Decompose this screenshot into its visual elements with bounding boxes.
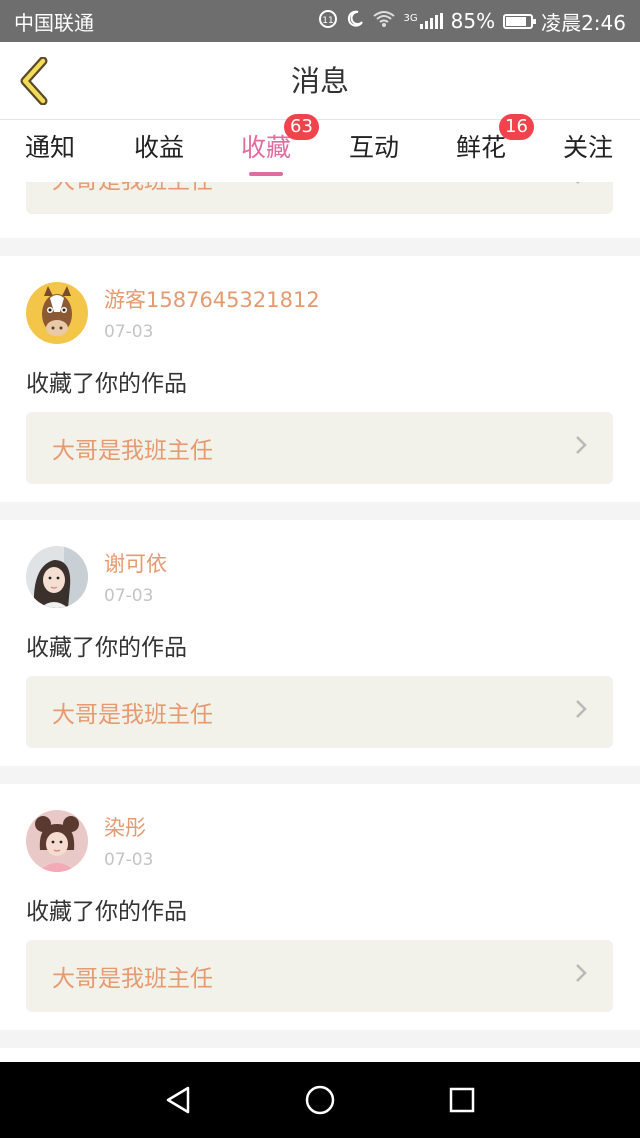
work-link[interactable]: 大哥是我班主任 — [26, 412, 613, 484]
tab-label: 互动 — [348, 133, 399, 162]
chevron-right-icon — [575, 435, 587, 461]
circle-home-icon — [305, 1085, 335, 1115]
username[interactable]: 染彤 — [104, 812, 153, 842]
work-title: 大哥是我班主任 — [52, 438, 213, 464]
clock: 凌晨2:46 — [541, 10, 626, 35]
username[interactable]: 游客1587645321812 — [104, 284, 320, 314]
page-title: 消息 — [290, 64, 349, 98]
list-item: 游客1587645321812 07-03 收藏了你的作品 大哥是我班主任 — [0, 256, 640, 502]
work-link[interactable]: 大哥是我班主任 — [26, 940, 613, 1012]
username[interactable]: 谢可依 — [104, 548, 167, 578]
tab-flowers[interactable]: 鲜花 16 — [455, 114, 534, 182]
list-item: 染彤 07-03 收藏了你的作品 大哥是我班主任 — [0, 784, 640, 1030]
system-nav-bar — [0, 1062, 640, 1138]
wifi-icon — [372, 10, 396, 32]
tab-favorites[interactable]: 收藏 63 — [240, 114, 319, 182]
status-bar: 中国联通 11 3G 85% 凌晨2:46 — [0, 0, 640, 42]
item-date: 07-03 — [104, 586, 154, 606]
chevron-right-icon — [575, 182, 587, 191]
signal-icon — [419, 13, 443, 29]
list-item — [0, 1048, 640, 1062]
item-date: 07-03 — [104, 850, 154, 870]
active-tab-indicator — [249, 172, 283, 176]
work-title: 大哥是我班主任 — [52, 182, 575, 195]
nav-back-button[interactable] — [158, 1080, 198, 1120]
back-button[interactable] — [14, 56, 54, 106]
tab-interactions[interactable]: 互动 — [348, 120, 400, 182]
work-link[interactable]: 大哥是我班主任 — [26, 182, 613, 214]
triangle-back-icon — [166, 1086, 190, 1114]
work-link[interactable]: 大哥是我班主任 — [26, 676, 613, 748]
data-saver-icon: 11 — [318, 9, 338, 33]
user-avatar[interactable] — [26, 546, 88, 608]
network-type-label: 3G — [403, 12, 418, 24]
tab-notifications[interactable]: 通知 — [24, 120, 76, 182]
battery-icon — [503, 13, 537, 29]
user-avatar[interactable] — [26, 282, 88, 344]
user-avatar[interactable] — [26, 810, 88, 872]
chevron-left-icon — [20, 57, 48, 105]
list-item: 谢可依 07-03 收藏了你的作品 大哥是我班主任 — [0, 520, 640, 766]
message-list[interactable]: 大哥是我班主任 游客1 — [0, 182, 640, 1062]
tab-badge: 63 — [284, 114, 319, 140]
chevron-right-icon — [575, 963, 587, 989]
svg-text:11: 11 — [322, 16, 333, 26]
work-title: 大哥是我班主任 — [52, 966, 213, 992]
work-title: 大哥是我班主任 — [52, 702, 213, 728]
nav-recents-button[interactable] — [442, 1080, 482, 1120]
action-text: 收藏了你的作品 — [26, 371, 187, 397]
tab-label: 收藏 — [240, 133, 291, 162]
tab-following[interactable]: 关注 — [562, 120, 614, 182]
tab-label: 关注 — [562, 133, 613, 162]
tab-label: 鲜花 — [455, 133, 506, 162]
moon-icon — [346, 10, 364, 32]
app-header: 消息 — [0, 42, 640, 120]
tab-label: 通知 — [24, 133, 75, 162]
tab-earnings[interactable]: 收益 — [133, 120, 185, 182]
nav-home-button[interactable] — [300, 1080, 340, 1120]
item-date: 07-03 — [104, 322, 154, 342]
carrier-label: 中国联通 — [14, 10, 94, 35]
square-recents-icon — [449, 1087, 475, 1113]
battery-percent: 85% — [450, 9, 496, 33]
action-text: 收藏了你的作品 — [26, 899, 187, 925]
tab-badge: 16 — [499, 114, 534, 140]
tab-label: 收益 — [133, 133, 184, 162]
chevron-right-icon — [575, 699, 587, 725]
action-text: 收藏了你的作品 — [26, 635, 187, 661]
tab-bar: 通知 收益 收藏 63 互动 鲜花 16 关注 — [0, 114, 640, 182]
list-item: 大哥是我班主任 — [0, 182, 640, 238]
